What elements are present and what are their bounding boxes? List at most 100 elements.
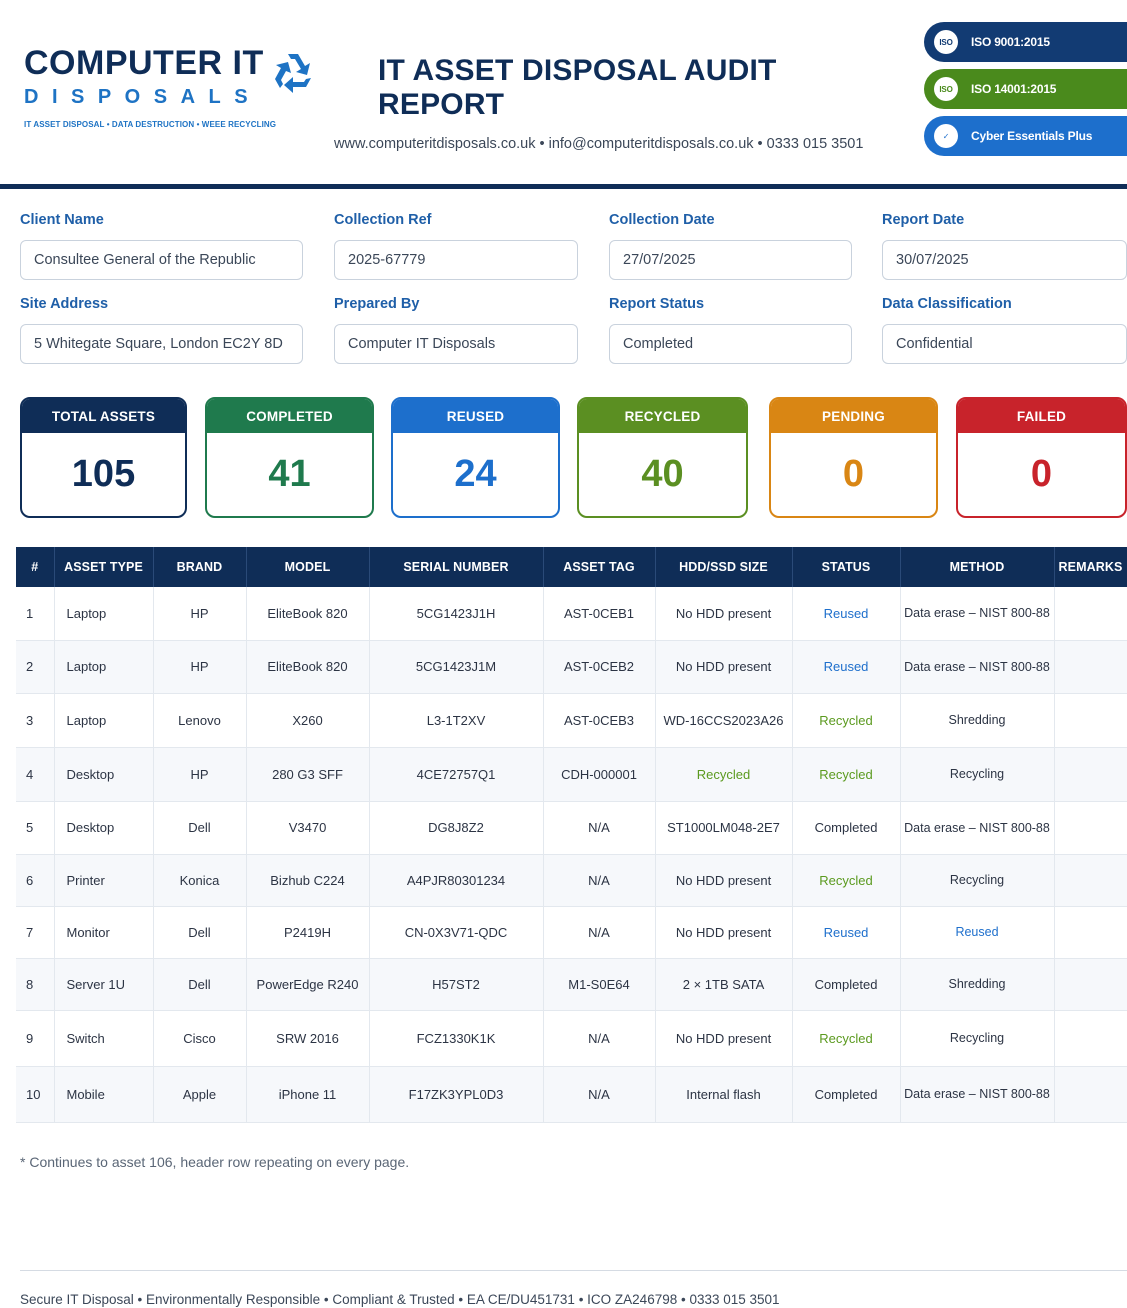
prepared-by-input[interactable]: Computer IT Disposals bbox=[334, 324, 578, 364]
cell-asset-type: Laptop bbox=[54, 693, 154, 748]
table-row: 2 Laptop HP EliteBook 820 5CG1423J1M AST-0CEB… bbox=[16, 640, 1127, 694]
table-row: 8 Server 1U Dell PowerEdge R240 H57ST2 M1-S0E… bbox=[16, 958, 1127, 1011]
field-report-status: Report Status Completed bbox=[609, 296, 852, 364]
logo-tagline: IT ASSET DISPOSAL • DATA DESTRUCTION • W… bbox=[24, 120, 277, 129]
cell-asset-type: Laptop bbox=[54, 587, 154, 641]
shield-check-icon: ✓ bbox=[934, 124, 958, 148]
cell-asset-tag: AST-0CEB2 bbox=[543, 640, 656, 694]
table-row: 1 Laptop HP EliteBook 820 5CG1423J1H AST-0CEB… bbox=[16, 587, 1127, 641]
stat-completed: COMPLETED 41 bbox=[205, 397, 374, 518]
stat-total-assets: TOTAL ASSETS 105 bbox=[20, 397, 187, 518]
cell-method: Shredding bbox=[900, 958, 1055, 1011]
field-label: Client Name bbox=[20, 212, 104, 228]
stat-label: FAILED bbox=[958, 399, 1125, 433]
stat-label: TOTAL ASSETS bbox=[22, 399, 185, 433]
cell-brand: Lenovo bbox=[153, 693, 247, 748]
cell-model: EliteBook 820 bbox=[246, 587, 370, 641]
cell-number: 1 bbox=[16, 587, 55, 641]
cell-model: iPhone 11 bbox=[246, 1066, 370, 1123]
stat-label: PENDING bbox=[771, 399, 936, 433]
cell-brand: Apple bbox=[153, 1066, 247, 1123]
table-row: 5 Desktop Dell V3470 DG8J8Z2 N/A ST1000LM048-2… bbox=[16, 801, 1127, 855]
table-row: 4 Desktop HP 280 G3 SFF 4CE72757Q1 CDH-000001… bbox=[16, 747, 1127, 802]
cell-remarks bbox=[1054, 1010, 1127, 1067]
cell-method: Recycling bbox=[900, 1010, 1055, 1067]
field-label: Collection Date bbox=[609, 212, 715, 228]
cell-status: Recycled bbox=[792, 854, 901, 907]
column-header-asset-type: ASSET TYPE bbox=[54, 547, 154, 587]
report-title: IT ASSET DISPOSAL AUDIT REPORT bbox=[378, 54, 777, 121]
cell-remarks bbox=[1054, 958, 1127, 1011]
field-collection-ref: Collection Ref 2025-67779 bbox=[334, 212, 578, 280]
cell-status: Completed bbox=[792, 801, 901, 855]
field-collection-date: Collection Date 27/07/2025 bbox=[609, 212, 852, 280]
cell-serial-number: 5CG1423J1M bbox=[369, 640, 544, 694]
logo-main-text: COMPUTER IT bbox=[24, 44, 264, 82]
column-header-brand: BRAND bbox=[153, 547, 247, 587]
report-status-input[interactable]: Completed bbox=[609, 324, 852, 364]
badge-label: ISO 14001:2015 bbox=[971, 82, 1057, 96]
cell-asset-tag: N/A bbox=[543, 1010, 656, 1067]
cell-hdd-size: ST1000LM048-2E7 bbox=[655, 801, 793, 855]
field-client-name: Client Name Consultee General of the Rep… bbox=[20, 212, 303, 280]
collection-ref-input[interactable]: 2025-67779 bbox=[334, 240, 578, 280]
cell-hdd-size: No HDD present bbox=[655, 906, 793, 959]
cell-asset-type: Mobile bbox=[54, 1066, 154, 1123]
cell-status: Recycled bbox=[792, 693, 901, 748]
footer-divider bbox=[20, 1270, 1127, 1271]
field-label: Report Date bbox=[882, 212, 965, 228]
report-date-input[interactable]: 30/07/2025 bbox=[882, 240, 1127, 280]
stat-failed: FAILED 0 bbox=[956, 397, 1127, 518]
collection-date-input[interactable]: 27/07/2025 bbox=[609, 240, 852, 280]
data-classification-input[interactable]: Confidential bbox=[882, 324, 1127, 364]
cell-status: Reused bbox=[792, 906, 901, 959]
asset-table: # ASSET TYPE BRAND MODEL SERIAL NUMBER A… bbox=[16, 547, 1127, 1123]
cell-asset-type: Desktop bbox=[54, 801, 154, 855]
cell-model: EliteBook 820 bbox=[246, 640, 370, 694]
field-label: Collection Ref bbox=[334, 212, 432, 228]
cell-number: 7 bbox=[16, 906, 55, 959]
field-label: Report Status bbox=[609, 296, 705, 312]
cell-method: Shredding bbox=[900, 693, 1055, 748]
cell-asset-tag: CDH-000001 bbox=[543, 747, 656, 802]
cell-brand: Dell bbox=[153, 958, 247, 1011]
stat-value: 0 bbox=[1030, 453, 1053, 495]
field-label: Prepared By bbox=[334, 296, 420, 312]
cell-hdd-size: No HDD present bbox=[655, 587, 793, 641]
cell-remarks bbox=[1054, 587, 1127, 641]
cell-model: SRW 2016 bbox=[246, 1010, 370, 1067]
cell-number: 6 bbox=[16, 854, 55, 907]
cell-hdd-size: WD-16CCS2023A26 bbox=[655, 693, 793, 748]
cell-asset-type: Printer bbox=[54, 854, 154, 907]
cell-remarks bbox=[1054, 854, 1127, 907]
cell-number: 10 bbox=[16, 1066, 55, 1123]
table-row: 9 Switch Cisco SRW 2016 FCZ1330K1K N/A No HDD … bbox=[16, 1010, 1127, 1067]
company-logo: COMPUTER IT DISPOSALS IT ASSET DISPOSAL … bbox=[24, 44, 324, 129]
iso-icon: ISO bbox=[934, 77, 958, 101]
cell-hdd-size: Internal flash bbox=[655, 1066, 793, 1123]
cell-model: V3470 bbox=[246, 801, 370, 855]
cell-number: 2 bbox=[16, 640, 55, 694]
table-footnote: * Continues to asset 106, header row rep… bbox=[20, 1154, 410, 1170]
cell-serial-number: H57ST2 bbox=[369, 958, 544, 1011]
recycle-icon bbox=[275, 54, 311, 93]
table-row: 3 Laptop Lenovo X260 L3-1T2XV AST-0CEB3 WD-16C… bbox=[16, 693, 1127, 748]
cell-remarks bbox=[1054, 693, 1127, 748]
cell-asset-type: Laptop bbox=[54, 640, 154, 694]
cell-remarks bbox=[1054, 1066, 1127, 1123]
site-address-input[interactable]: 5 Whitegate Square, London EC2Y 8D bbox=[20, 324, 303, 364]
table-row: 7 Monitor Dell P2419H CN-0X3V71-QDC N/A No HDD… bbox=[16, 906, 1127, 959]
report-header: COMPUTER IT DISPOSALS IT ASSET DISPOSAL … bbox=[0, 0, 1127, 186]
badge-cyber-essentials: ✓ Cyber Essentials Plus bbox=[924, 116, 1127, 156]
cell-serial-number: DG8J8Z2 bbox=[369, 801, 544, 855]
stat-value: 41 bbox=[268, 453, 311, 495]
table-header-row: # ASSET TYPE BRAND MODEL SERIAL NUMBER A… bbox=[16, 547, 1127, 587]
client-name-input[interactable]: Consultee General of the Republic bbox=[20, 240, 303, 280]
title-block: IT ASSET DISPOSAL AUDIT REPORT www.compu… bbox=[334, 54, 894, 152]
field-label: Data Classification bbox=[882, 296, 1012, 312]
cell-number: 5 bbox=[16, 801, 55, 855]
table-row: 10 Mobile Apple iPhone 11 F17ZK3YPL0D3 N/A Int… bbox=[16, 1066, 1127, 1123]
report-footer: Secure IT Disposal • Environmentally Res… bbox=[20, 1292, 780, 1307]
cell-serial-number: FCZ1330K1K bbox=[369, 1010, 544, 1067]
field-prepared-by: Prepared By Computer IT Disposals bbox=[334, 296, 578, 364]
